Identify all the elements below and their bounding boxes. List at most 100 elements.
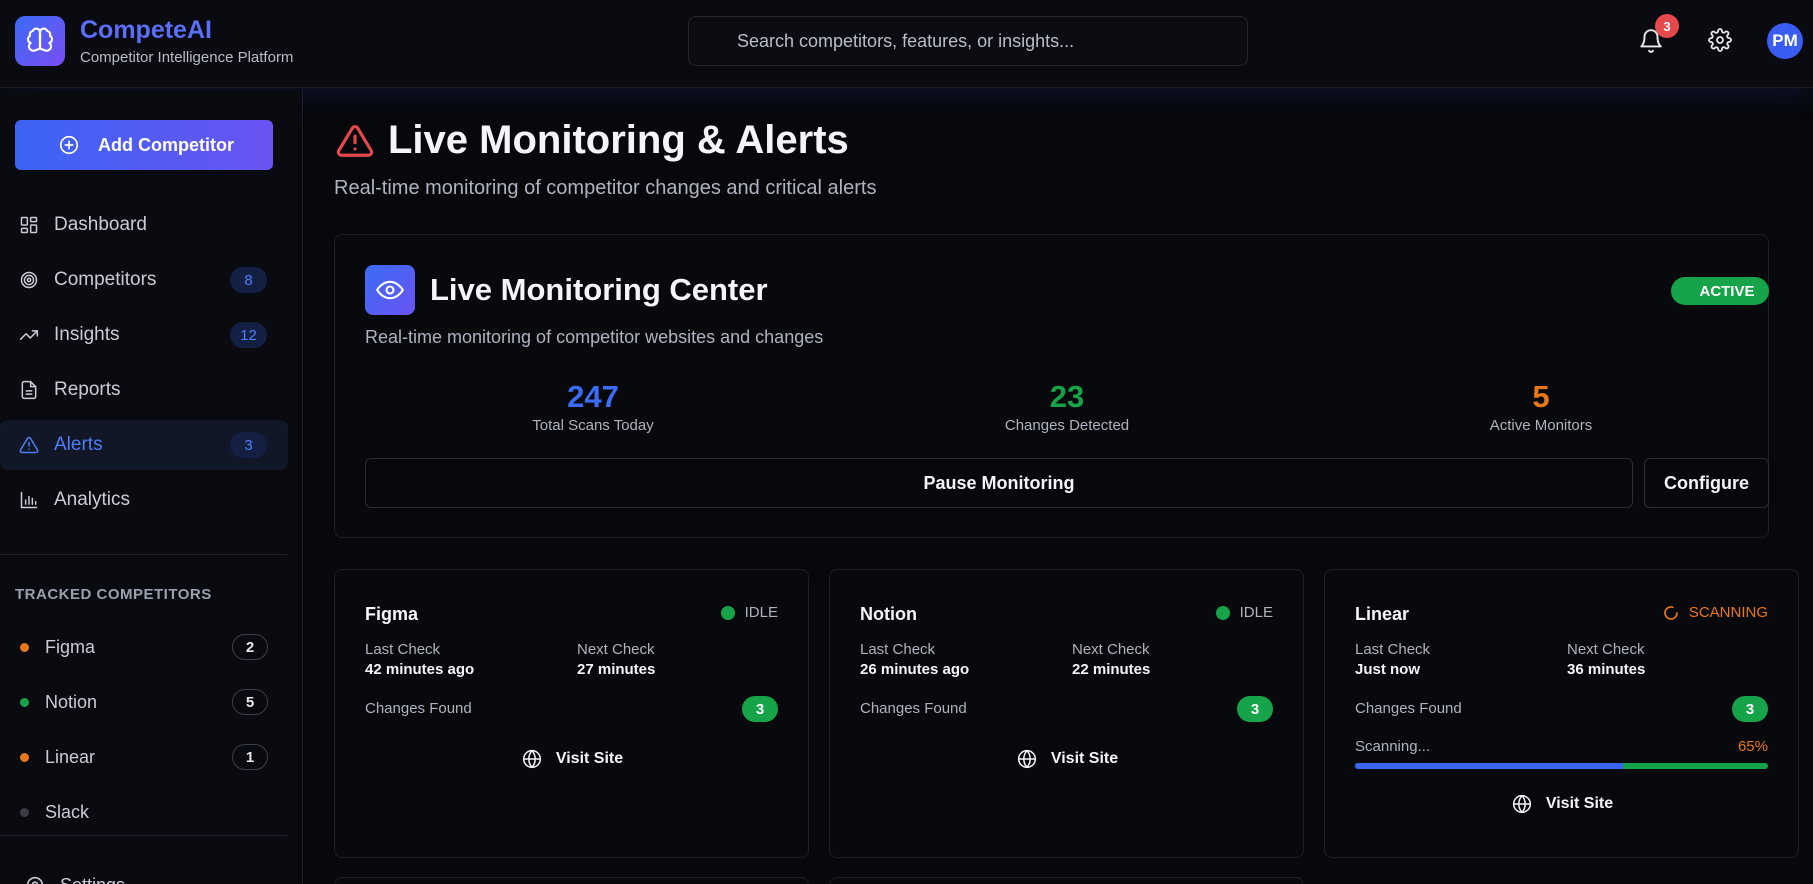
- last-check-value: 42 minutes ago: [365, 661, 475, 678]
- tracked-competitors-heading: TRACKED COMPETITORS: [15, 586, 212, 603]
- tracked-item-label: Figma: [45, 636, 96, 657]
- count-badge: 3: [230, 432, 267, 458]
- add-competitor-label: Add Competitor: [98, 134, 234, 155]
- sidebar-item-reports[interactable]: Reports: [0, 365, 288, 415]
- document-icon: [21, 380, 37, 400]
- visit-site-label: Visit Site: [1545, 795, 1614, 812]
- monitoring-center-subtitle: Real-time monitoring of competitor websi…: [365, 327, 824, 347]
- notification-badge: 3: [1655, 14, 1679, 38]
- scan-progress-bar: [1355, 763, 1768, 769]
- count-badge: 8: [230, 267, 267, 293]
- plus-circle-icon: [59, 135, 79, 155]
- sidebar-item-competitors[interactable]: Competitors 8: [0, 255, 288, 305]
- brain-logo-icon[interactable]: [15, 16, 65, 66]
- sidebar-item-settings[interactable]: Settings: [0, 865, 288, 884]
- status-dot: [20, 698, 29, 707]
- changes-count-badge: 3: [1237, 696, 1273, 722]
- sidebar-item-dashboard[interactable]: Dashboard: [0, 200, 288, 250]
- last-check-value: 26 minutes ago: [860, 661, 970, 678]
- scan-progress-fill: [1355, 763, 1624, 769]
- sidebar-item-label: Reports: [54, 379, 121, 400]
- globe-icon: [1017, 749, 1036, 769]
- alert-triangle-icon: [19, 436, 39, 454]
- changes-count-badge: 3: [742, 696, 778, 722]
- competitor-card-notion: Notion IDLE Last Check 26 minutes ago Ne…: [829, 569, 1304, 858]
- sidebar-item-label: Dashboard: [54, 214, 147, 235]
- sidebar-item-label: Competitors: [54, 269, 157, 290]
- brand-name: CompeteAI: [80, 16, 212, 44]
- search-placeholder: Search competitors, features, or insight…: [737, 30, 1075, 51]
- stat-label: Total Scans Today: [532, 417, 654, 434]
- status-indicator: IDLE: [1215, 604, 1273, 621]
- visit-site-label: Visit Site: [555, 750, 624, 767]
- sidebar-item-analytics[interactable]: Analytics: [0, 475, 288, 525]
- next-check-value: 27 minutes: [577, 661, 656, 678]
- next-check-label: Next Check: [577, 641, 655, 658]
- scan-progress-percent: 65%: [1737, 738, 1768, 755]
- status-text: IDLE: [1239, 604, 1273, 621]
- pause-monitoring-button[interactable]: Pause Monitoring: [365, 458, 1633, 508]
- status-text: SCANNING: [1688, 604, 1768, 621]
- status-dot: [1215, 605, 1230, 620]
- eye-icon: [365, 265, 415, 315]
- next-check-value: 22 minutes: [1072, 661, 1151, 678]
- status-dot: [720, 605, 735, 620]
- stat-changes-detected: 23 Changes Detected: [947, 379, 1187, 434]
- stat-value: 23: [1049, 379, 1085, 414]
- search-input[interactable]: Search competitors, features, or insight…: [688, 16, 1248, 66]
- competitor-card-figma: Figma IDLE Last Check 42 minutes ago Nex…: [334, 569, 809, 858]
- visit-site-button[interactable]: Visit Site: [1325, 789, 1800, 819]
- count-badge: 1: [232, 744, 268, 770]
- count-badge: 12: [230, 322, 267, 348]
- tracked-item-slack[interactable]: Slack: [0, 792, 288, 832]
- changes-count-badge: 3: [1732, 696, 1768, 722]
- loading-spinner-icon: [1664, 605, 1678, 620]
- tracked-item-figma[interactable]: Figma 2: [0, 627, 288, 667]
- globe-icon: [1512, 794, 1531, 814]
- next-check-label: Next Check: [1567, 641, 1645, 658]
- live-monitoring-card: Live Monitoring Center ACTIVE Real-time …: [334, 234, 1769, 538]
- sidebar-item-insights[interactable]: Insights 12: [0, 310, 288, 360]
- sidebar-item-label: Insights: [54, 324, 120, 345]
- competitor-card-partial: [334, 877, 809, 884]
- sidebar-item-alerts[interactable]: Alerts 3: [0, 420, 288, 470]
- stat-total-scans: 247 Total Scans Today: [473, 379, 713, 434]
- tracked-item-notion[interactable]: Notion 5: [0, 682, 288, 722]
- stat-value: 247: [567, 379, 619, 414]
- dashboard-icon: [20, 216, 38, 234]
- configure-button[interactable]: Configure: [1644, 458, 1769, 508]
- sidebar-item-label: Analytics: [54, 489, 131, 510]
- competitor-name: Linear: [1355, 604, 1410, 624]
- avatar[interactable]: PM: [1767, 23, 1803, 59]
- sidebar-item-label: Settings: [60, 875, 125, 884]
- count-badge: 2: [232, 634, 268, 660]
- competitor-card-partial: [829, 877, 1304, 884]
- gear-icon: [26, 876, 44, 884]
- sidebar: Add Competitor Dashboard Competitors 8 I…: [0, 89, 303, 884]
- status-dot: [20, 643, 29, 652]
- status-indicator: IDLE: [720, 604, 778, 621]
- changes-found-label: Changes Found: [365, 700, 472, 717]
- tracked-item-linear[interactable]: Linear 1: [0, 737, 288, 777]
- gear-icon[interactable]: [1708, 28, 1732, 52]
- changes-found-label: Changes Found: [860, 700, 967, 717]
- bar-chart-icon: [20, 491, 38, 509]
- trending-up-icon: [19, 330, 39, 340]
- tracked-item-label: Slack: [45, 801, 90, 822]
- sidebar-divider: [0, 554, 287, 555]
- status-badge: ACTIVE: [1671, 277, 1769, 305]
- next-check-value: 36 minutes: [1567, 661, 1646, 678]
- changes-found-label: Changes Found: [1355, 700, 1462, 717]
- status-dot: [20, 808, 29, 817]
- page-subtitle: Real-time monitoring of competitor chang…: [334, 177, 877, 199]
- visit-site-button[interactable]: Visit Site: [335, 744, 810, 774]
- competitor-name: Notion: [860, 604, 917, 624]
- top-header: CompeteAI Competitor Intelligence Platfo…: [0, 0, 1813, 88]
- target-icon: [20, 271, 38, 289]
- status-text: IDLE: [744, 604, 778, 621]
- competitor-card-linear: Linear SCANNING Last Check Just now Next…: [1324, 569, 1799, 858]
- stat-value: 5: [1532, 379, 1550, 414]
- add-competitor-button[interactable]: Add Competitor: [15, 120, 273, 170]
- count-badge: 5: [232, 689, 268, 715]
- visit-site-button[interactable]: Visit Site: [830, 744, 1305, 774]
